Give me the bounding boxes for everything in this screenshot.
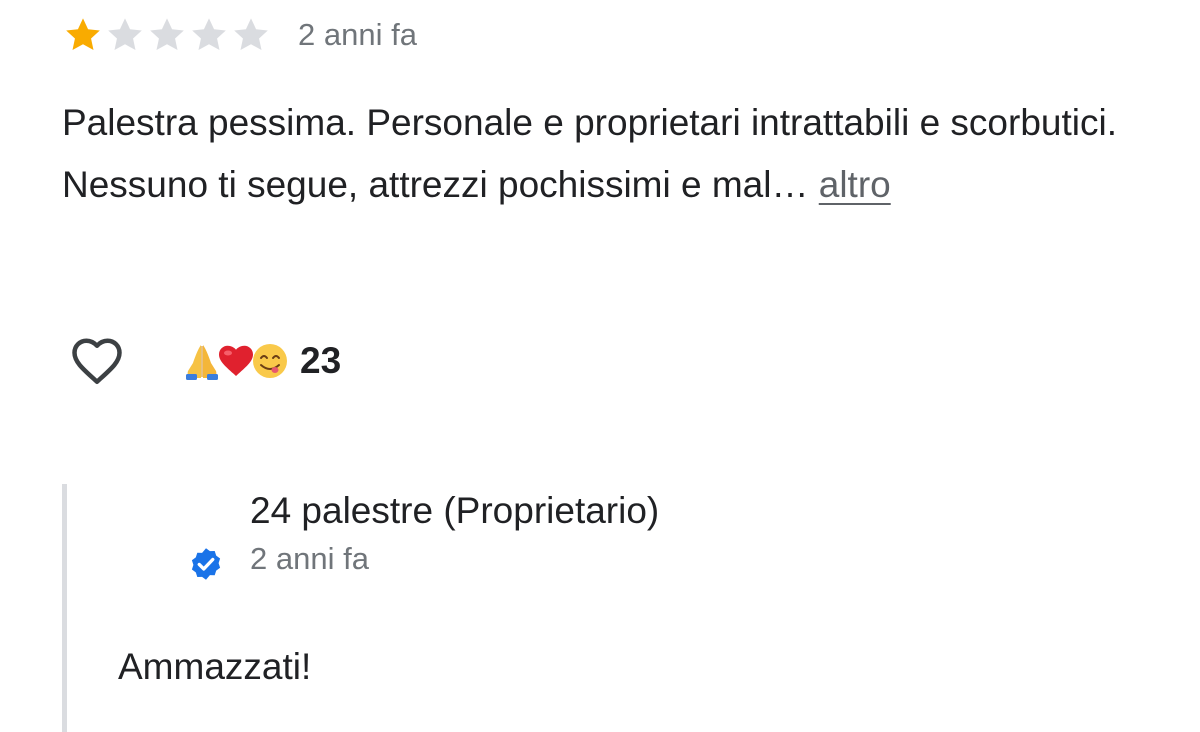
- rating-row: 2 anni fa: [62, 12, 417, 58]
- verified-check-icon: [188, 546, 224, 582]
- reactions-row: 23: [66, 330, 341, 392]
- savoring-face-emoji-icon: [250, 341, 290, 381]
- more-link[interactable]: altro: [819, 164, 891, 205]
- star-empty-icon: [104, 14, 146, 56]
- heart-outline-icon: [72, 338, 122, 384]
- like-button[interactable]: [66, 330, 128, 392]
- review-text-line-truncated: Nessuno ti segue, attrezzi pochissimi e …: [62, 154, 1162, 216]
- reply-date: 2 anni fa: [250, 541, 369, 576]
- reaction-count: 23: [300, 340, 342, 381]
- star-rating: [62, 14, 272, 56]
- reply-text: Ammazzati!: [118, 646, 312, 687]
- review-date: 2 anni fa: [298, 17, 417, 52]
- review-card: 2 anni fa Palestra pessima. Personale e …: [0, 0, 1200, 732]
- star-empty-icon: [230, 14, 272, 56]
- reaction-summary[interactable]: 23: [182, 341, 341, 381]
- review-text-line: Nessuno ti segue, attrezzi pochissimi e …: [62, 164, 809, 205]
- owner-reply: 24 palestre (Proprietario) 2 anni fa Amm…: [62, 484, 1162, 732]
- review-text: Palestra pessima. Personale e proprietar…: [62, 92, 1162, 216]
- review-text-line: Palestra pessima. Personale e proprietar…: [62, 102, 1117, 143]
- owner-name: 24 palestre (Proprietario): [250, 490, 660, 531]
- star-empty-icon: [188, 14, 230, 56]
- star-empty-icon: [146, 14, 188, 56]
- star-filled-icon: [62, 14, 104, 56]
- reply-divider: [62, 484, 67, 732]
